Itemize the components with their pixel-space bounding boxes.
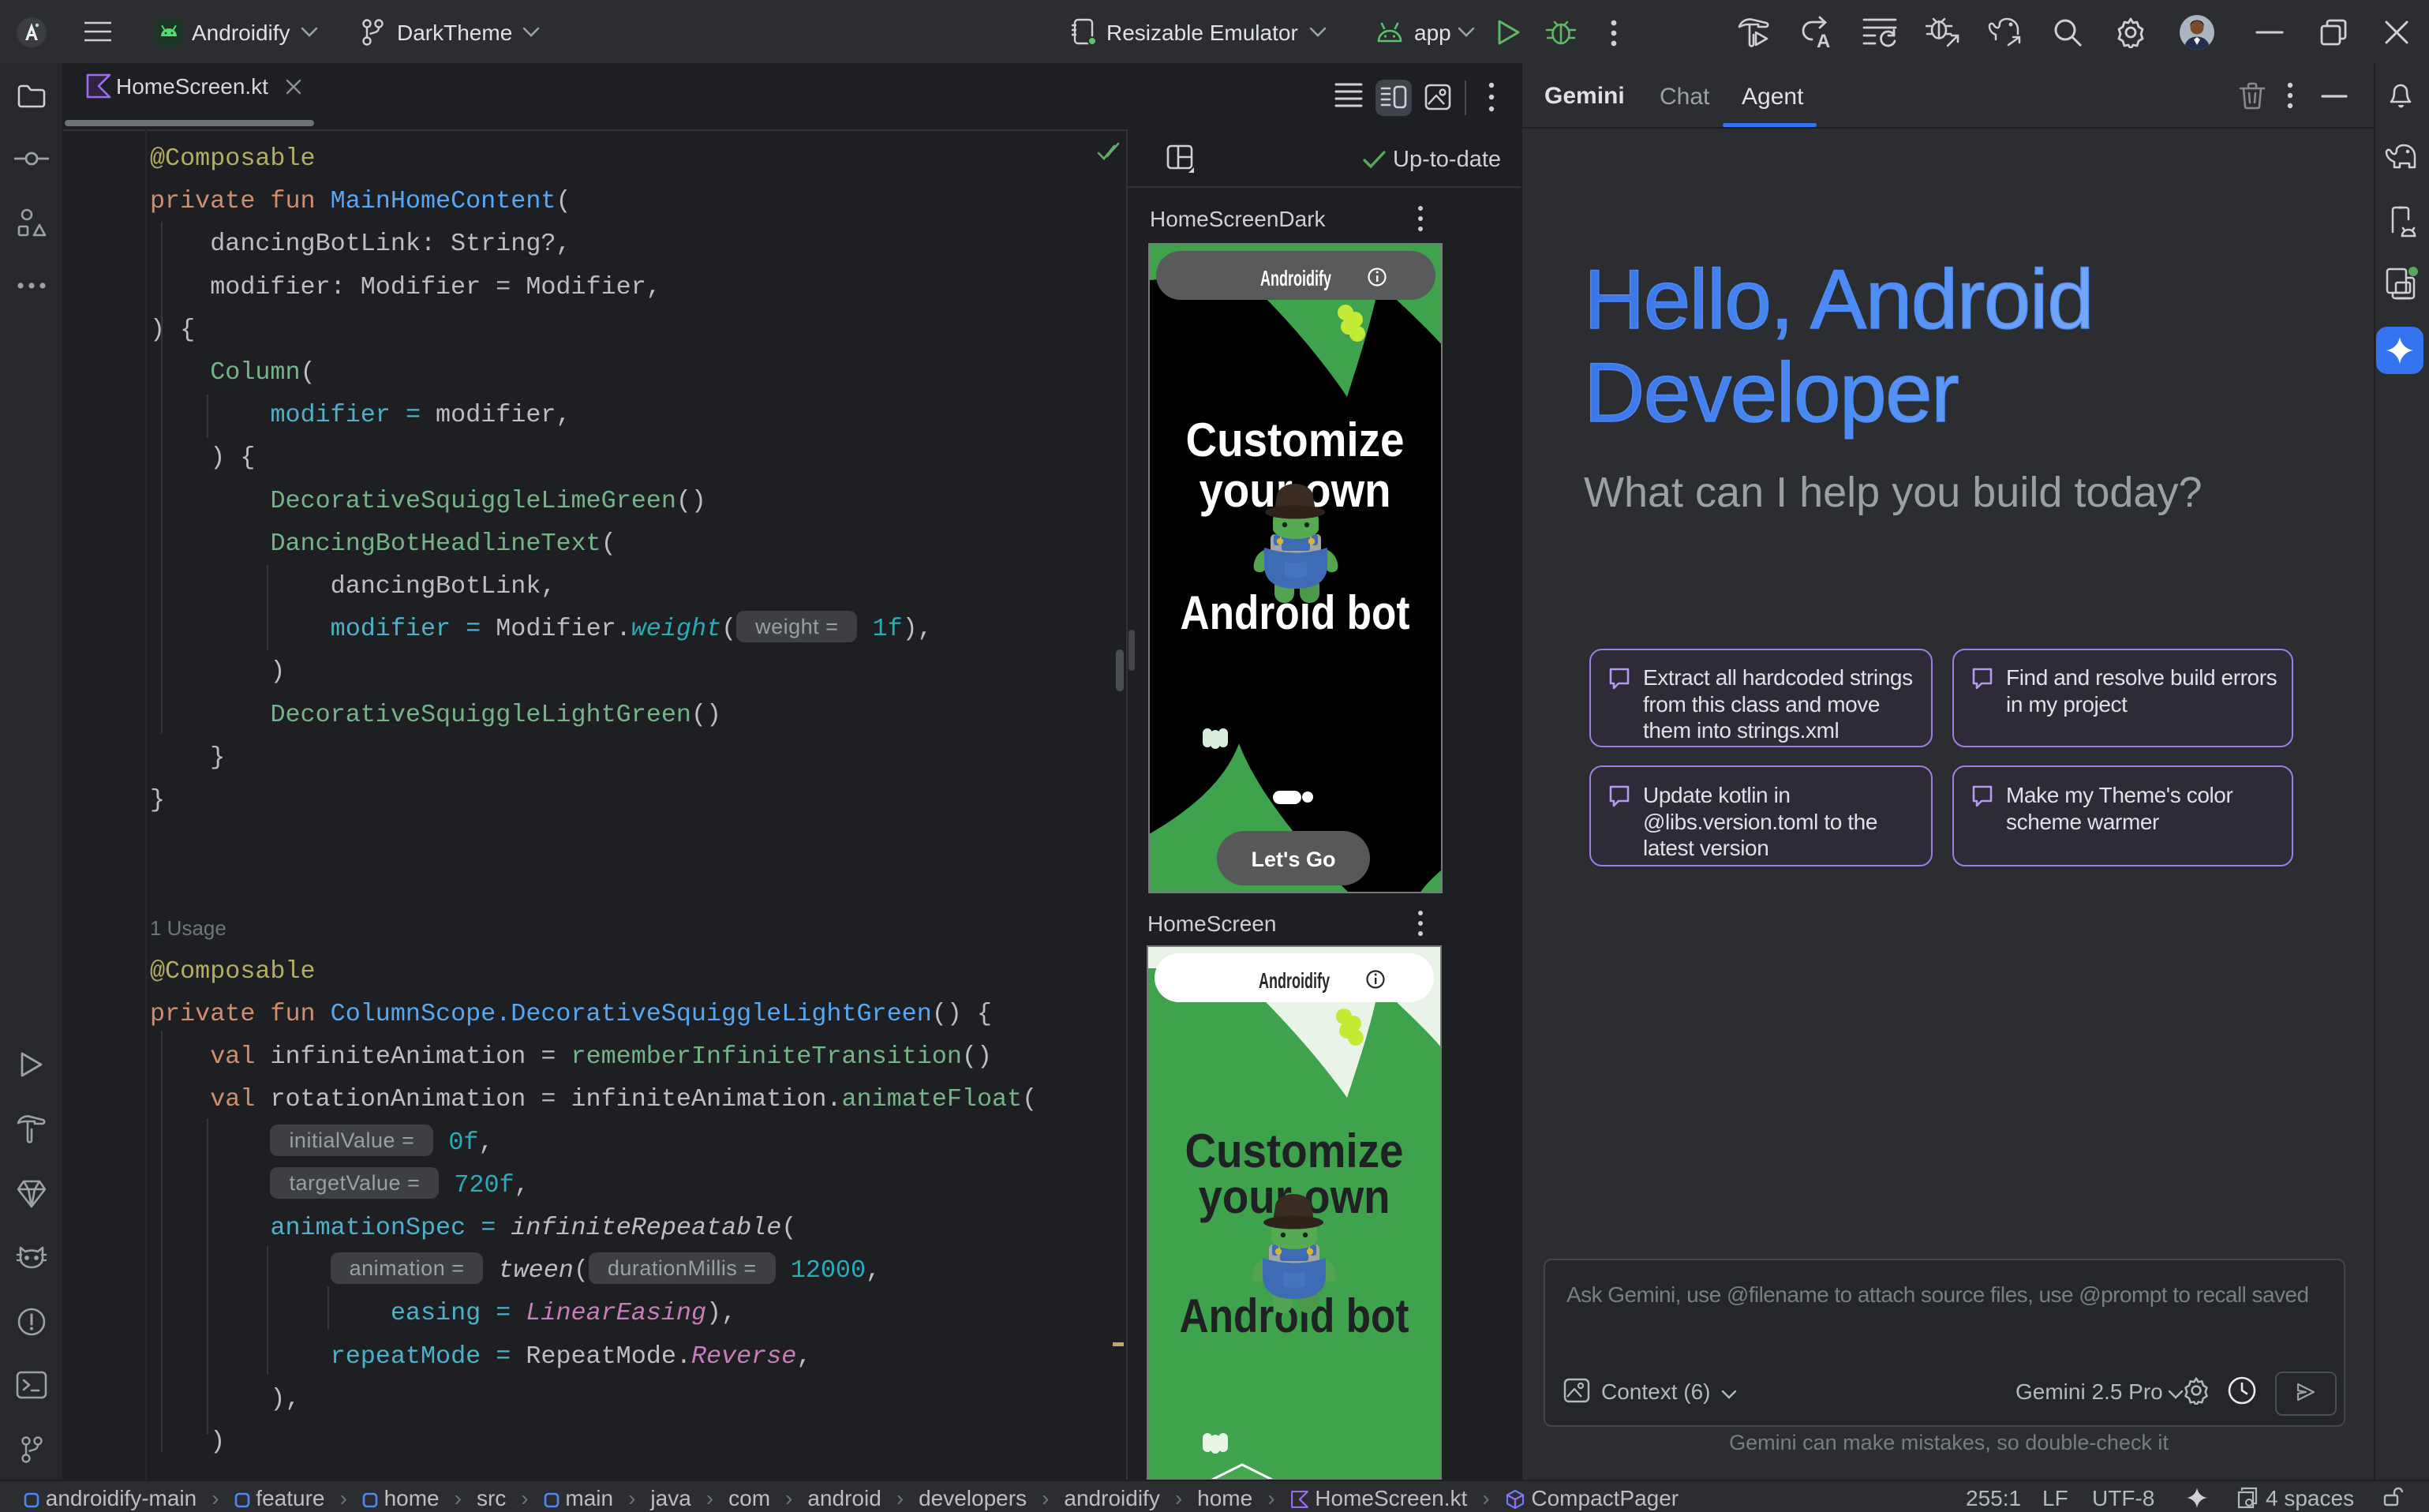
svg-text:Android bot: Android bot xyxy=(1181,586,1410,639)
svg-text:Customize: Customize xyxy=(1186,414,1405,466)
svg-text:Customize: Customize xyxy=(1185,1125,1404,1177)
svg-text:Androidify: Androidify xyxy=(1260,266,1331,290)
svg-text:Androidify: Androidify xyxy=(1259,968,1330,993)
svg-text:Let's Go: Let's Go xyxy=(1252,848,1336,871)
svg-text:A: A xyxy=(1817,31,1830,49)
